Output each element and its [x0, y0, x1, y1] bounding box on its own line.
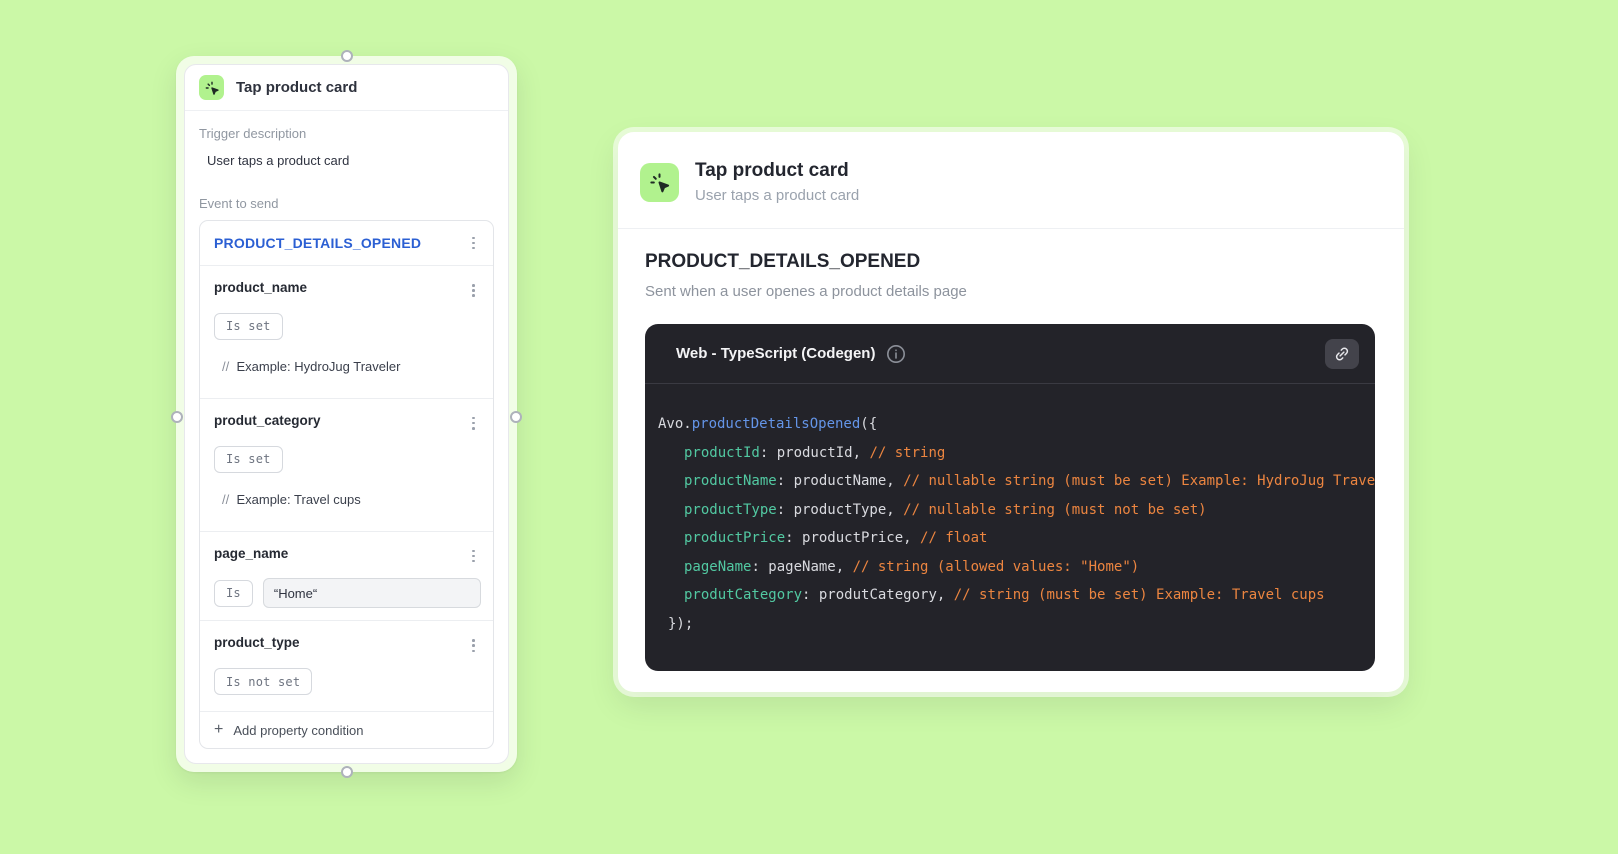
- detail-subtitle: User taps a product card: [695, 187, 860, 204]
- code-line: pageName: pageName, // string (allowed v…: [684, 558, 1140, 575]
- detail-card-header: Tap product card User taps a product car…: [618, 132, 1404, 229]
- property-kebab-menu-icon[interactable]: [466, 413, 481, 434]
- trigger-title: Tap product card: [236, 79, 358, 96]
- copy-link-button[interactable]: [1325, 338, 1359, 369]
- property-section-produt-category: produt_category Is set // Example: Trave…: [200, 399, 493, 532]
- code-line: productType: productType, // nullable st…: [684, 501, 1207, 518]
- condition-value-input[interactable]: [262, 578, 481, 609]
- info-icon[interactable]: [886, 344, 906, 364]
- event-kebab-menu-icon[interactable]: [466, 233, 481, 254]
- property-section-product-name: product_name Is set // Example: HydroJug…: [200, 266, 493, 399]
- event-name-link[interactable]: PRODUCT_DETAILS_OPENED: [214, 235, 421, 251]
- code-line: productPrice: productPrice, // float: [684, 530, 988, 546]
- trigger-card: Tap product card Trigger description Use…: [184, 64, 509, 764]
- trigger-description-label: Trigger description: [199, 126, 307, 141]
- condition-chip[interactable]: Is not set: [214, 668, 313, 696]
- tap-cursor-icon: [199, 75, 224, 100]
- condition-chip[interactable]: Is: [214, 579, 253, 607]
- trigger-card-header: Tap product card: [185, 65, 508, 111]
- code-line: Avo.productDetailsOpened({: [658, 416, 878, 432]
- code-line: produtCategory: produtCategory, // strin…: [684, 587, 1325, 603]
- property-name: produt_category: [214, 412, 321, 428]
- tap-cursor-icon: [640, 162, 679, 202]
- property-example: // Example: Travel cups: [222, 491, 361, 507]
- trigger-card-body: Trigger description User taps a product …: [185, 111, 508, 750]
- connection-handle-top[interactable]: [340, 50, 353, 62]
- condition-chip[interactable]: Is set: [214, 445, 283, 473]
- property-kebab-menu-icon[interactable]: [466, 280, 481, 301]
- event-detail-card: Tap product card User taps a product car…: [618, 132, 1404, 692]
- event-box: PRODUCT_DETAILS_OPENED product_name Is s…: [199, 220, 494, 750]
- code-snippet: Avo.productDetailsOpened({ productId: pr…: [645, 384, 1375, 638]
- codegen-header: Web - TypeScript (Codegen): [645, 324, 1375, 384]
- trigger-description-text: User taps a product card: [207, 153, 350, 168]
- property-name: page_name: [214, 545, 289, 561]
- property-kebab-menu-icon[interactable]: [466, 546, 481, 567]
- property-section-page-name: page_name Is: [200, 532, 493, 622]
- code-line: productId: productId, // string: [684, 444, 946, 461]
- connection-handle-bottom[interactable]: [340, 766, 353, 778]
- connection-handle-right[interactable]: [510, 411, 522, 423]
- plus-icon: +: [214, 721, 224, 739]
- code-line: productName: productName, // nullable st…: [684, 473, 1375, 489]
- property-kebab-menu-icon[interactable]: [466, 635, 481, 656]
- detail-title: Tap product card: [695, 160, 849, 181]
- add-property-condition-label: Add property condition: [233, 722, 364, 738]
- property-name: product_name: [214, 280, 308, 295]
- event-to-send-label: Event to send: [199, 196, 279, 211]
- event-name-row[interactable]: PRODUCT_DETAILS_OPENED: [200, 221, 493, 266]
- property-section-product-type: product_type Is not set: [200, 621, 493, 713]
- codegen-source-label: Web - TypeScript (Codegen): [676, 345, 876, 362]
- code-line: });: [668, 615, 694, 632]
- trigger-node-card: Tap product card Trigger description Use…: [171, 50, 522, 778]
- detail-card-body: PRODUCT_DETAILS_OPENED Sent when a user …: [618, 229, 1404, 671]
- connection-handle-left[interactable]: [171, 411, 183, 423]
- event-name-heading: PRODUCT_DETAILS_OPENED: [645, 251, 921, 272]
- codegen-panel: Web - TypeScript (Codegen) Avo.productDe…: [645, 324, 1375, 671]
- event-description: Sent when a user openes a product detail…: [645, 283, 967, 300]
- property-name: product_type: [214, 635, 300, 651]
- add-property-condition-button[interactable]: + Add property condition: [200, 712, 493, 748]
- condition-chip[interactable]: Is set: [214, 312, 283, 340]
- property-example: // Example: HydroJug Traveler: [222, 358, 401, 374]
